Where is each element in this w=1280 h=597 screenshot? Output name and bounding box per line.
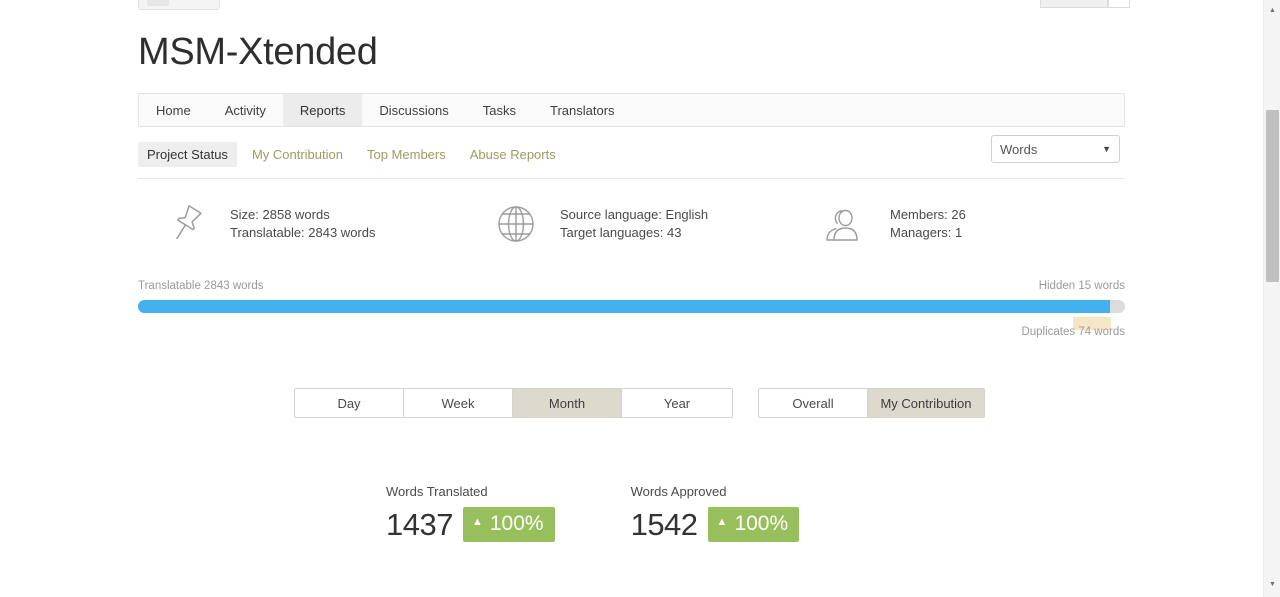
stat-size-line2: Translatable: 2843 words [230,225,376,240]
trend-up-icon: ▲ [471,516,483,528]
scrollbar-thumb[interactable] [1266,110,1279,282]
top-chrome-fragment-left-inner [147,0,169,6]
stat-members-line2: Managers: 1 [890,225,963,240]
scope-my-contribution[interactable]: My Contribution [868,389,984,417]
metric-words-approved: Words Approved 1542 ▲ 100% [631,484,800,542]
people-icon [818,196,874,252]
scroll-up-arrow-icon[interactable]: ▲ [1264,2,1280,19]
chevron-down-icon: ▼ [1102,144,1111,154]
subnav-top-members[interactable]: Top Members [358,142,455,167]
stat-languages-line2: Target languages: 43 [560,225,682,240]
metric-words-translated-badge: ▲ 100% [462,507,555,542]
metric-words-approved-label: Words Approved [630,484,727,499]
scope-overall[interactable]: Overall [759,389,868,417]
top-chrome-fragment-right-button [1108,0,1130,8]
unit-select[interactable]: Words ▼ [991,135,1120,163]
trend-up-icon: ▲ [716,516,728,528]
period-month[interactable]: Month [513,389,622,417]
stat-members: Members: 26 Managers: 1 [818,196,966,252]
metric-words-approved-badge: ▲ 100% [707,507,800,542]
metric-words-approved-row: 1542 ▲ 100% [631,507,800,542]
tab-discussions[interactable]: Discussions [362,94,465,126]
metric-words-translated: Words Translated 1437 ▲ 100% [386,484,555,542]
subnav-abuse-reports[interactable]: Abuse Reports [461,142,565,167]
translation-progress: Translatable 2843 words Hidden 15 words … [138,280,1125,338]
progress-fill [138,300,1111,313]
metric-words-translated-value: 1437 [386,506,453,542]
period-toggle-group: Day Week Month Year [294,388,733,418]
progress-duplicates-label: Duplicates 74 words [1021,326,1125,338]
report-filters: Day Week Month Year Overall My Contribut… [294,388,985,418]
page-root: MSM-Xtended Home Activity Reports Discus… [0,0,1280,597]
subnav-project-status[interactable]: Project Status [138,141,237,167]
pushpin-icon [158,196,214,252]
tab-activity[interactable]: Activity [208,94,283,126]
progress-track[interactable] [138,300,1125,330]
project-stats: Size: 2858 words Translatable: 2843 word… [138,196,1125,258]
metric-words-translated-delta: 100% [489,512,544,535]
top-chrome-fragment-left [138,0,220,10]
stat-members-text: Members: 26 Managers: 1 [890,206,966,242]
progress-translatable-label: Translatable 2843 words [138,280,264,292]
metric-words-translated-label: Words Translated [386,484,488,499]
period-day[interactable]: Day [295,389,404,417]
progress-hidden-segment [1111,300,1125,313]
main-tab-bar: Home Activity Reports Discussions Tasks … [138,93,1125,127]
metric-cards: Words Translated 1437 ▲ 100% Words Appro… [386,484,875,542]
unit-select-value: Words [1000,141,1038,157]
stat-members-line1: Members: 26 [890,207,966,222]
progress-hidden-label: Hidden 15 words [1038,280,1125,292]
tab-home[interactable]: Home [139,94,208,126]
page-title: MSM-Xtended [138,31,378,73]
subnav-divider [138,178,1125,179]
stat-languages: Source language: English Target language… [488,196,708,252]
period-year[interactable]: Year [622,389,732,417]
metric-words-approved-delta: 100% [734,512,789,535]
stat-languages-text: Source language: English Target language… [560,206,708,242]
tab-tasks[interactable]: Tasks [466,94,533,126]
stat-languages-line1: Source language: English [560,207,709,222]
tab-translators[interactable]: Translators [533,94,632,126]
subnav-my-contribution[interactable]: My Contribution [243,142,352,167]
vertical-scrollbar[interactable]: ▲ ▼ [1263,0,1280,597]
tab-reports[interactable]: Reports [282,94,363,126]
scope-toggle-group: Overall My Contribution [758,388,985,418]
stat-size: Size: 2858 words Translatable: 2843 word… [158,196,376,252]
globe-icon [488,196,544,252]
top-chrome-fragment-right [1040,0,1108,8]
sub-navigation: Project Status My Contribution Top Membe… [138,136,1125,172]
period-week[interactable]: Week [404,389,513,417]
metric-words-translated-row: 1437 ▲ 100% [386,507,555,542]
stat-size-line1: Size: 2858 words [230,207,330,222]
scroll-down-arrow-icon[interactable]: ▼ [1264,576,1280,593]
progress-labels: Translatable 2843 words Hidden 15 words [138,280,1125,296]
metric-words-approved-value: 1542 [630,506,698,542]
stat-size-text: Size: 2858 words Translatable: 2843 word… [230,206,376,242]
